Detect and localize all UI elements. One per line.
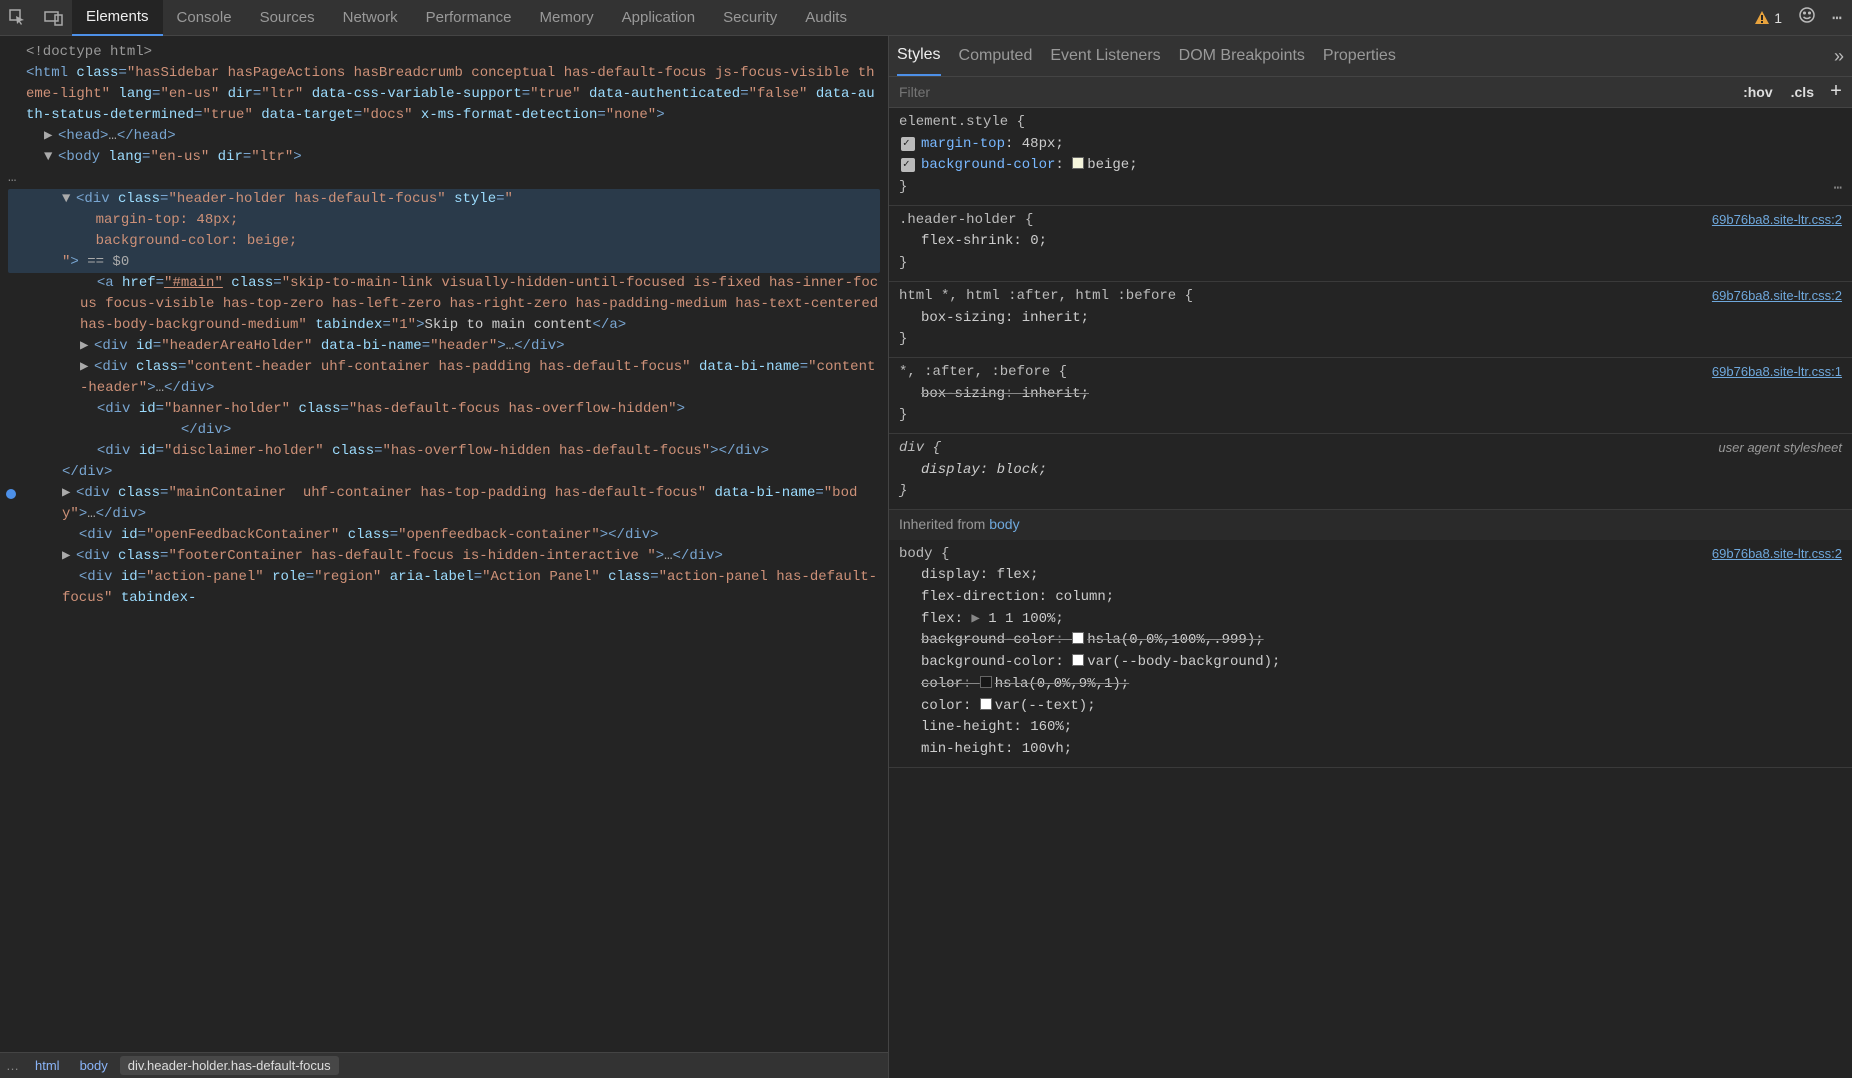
source-link[interactable]: 69b76ba8.site-ltr.css:2: [1712, 286, 1842, 306]
tab-styles[interactable]: Styles: [897, 36, 941, 76]
tab-sources[interactable]: Sources: [246, 0, 329, 36]
source-link[interactable]: 69b76ba8.site-ltr.css:2: [1712, 210, 1842, 230]
rule-html-star[interactable]: 69b76ba8.site-ltr.css:2 html *, html :af…: [889, 282, 1852, 358]
inspect-icon[interactable]: [0, 0, 36, 36]
sidebar-tabs: Styles Computed Event Listeners DOM Brea…: [889, 36, 1852, 76]
tab-performance[interactable]: Performance: [412, 0, 526, 36]
prop-margin-top[interactable]: margin-top: 48px;: [899, 134, 1842, 156]
prop-checkbox[interactable]: [901, 137, 915, 151]
source-ua: user agent stylesheet: [1718, 438, 1842, 458]
color-swatch[interactable]: [1072, 654, 1084, 666]
warning-count: 1: [1774, 10, 1782, 26]
warning-badge[interactable]: 1: [1754, 10, 1792, 26]
feedback-container-element[interactable]: <div id="openFeedbackContainer" class="o…: [8, 525, 880, 546]
elements-panel: <!doctype html> <html class="hasSidebar …: [0, 36, 889, 1078]
rule-header-holder[interactable]: 69b76ba8.site-ltr.css:2 .header-holder {…: [889, 206, 1852, 282]
div-close[interactable]: </div>: [8, 462, 880, 483]
tab-dom-breakpoints[interactable]: DOM Breakpoints: [1179, 36, 1305, 76]
prop-checkbox[interactable]: [901, 158, 915, 172]
doctype-node: <!doctype html>: [26, 44, 152, 60]
styles-list[interactable]: element.style { margin-top: 48px; backgr…: [889, 108, 1852, 1078]
source-link[interactable]: 69b76ba8.site-ltr.css:1: [1712, 362, 1842, 382]
breadcrumb-ellipsis[interactable]: …: [6, 1058, 23, 1073]
breadcrumb-body[interactable]: body: [72, 1056, 116, 1075]
inherited-from-link[interactable]: body: [989, 516, 1019, 532]
breadcrumb: … html body div.header-holder.has-defaul…: [0, 1052, 888, 1078]
header-area-element[interactable]: ▶<div id="headerAreaHolder" data-bi-name…: [8, 336, 880, 357]
filter-bar: :hov .cls +: [889, 76, 1852, 108]
disclaimer-element[interactable]: <div id="disclaimer-holder" class="has-o…: [8, 441, 880, 462]
selected-element[interactable]: ▼<div class="header-holder has-default-f…: [8, 189, 880, 273]
main-toolbar: Elements Console Sources Network Perform…: [0, 0, 1852, 36]
ellipsis-node: …: [8, 168, 880, 189]
feedback-icon[interactable]: [1792, 6, 1822, 29]
filter-input[interactable]: [899, 84, 1731, 100]
source-link[interactable]: 69b76ba8.site-ltr.css:2: [1712, 544, 1842, 564]
main-container-element[interactable]: ▶<div class="mainContainer uhf-container…: [8, 483, 880, 525]
banner-holder-element[interactable]: <div id="banner-holder" class="has-defau…: [8, 399, 880, 441]
prop-background-color[interactable]: background-color: beige;: [899, 155, 1842, 177]
tab-application[interactable]: Application: [608, 0, 709, 36]
cls-toggle[interactable]: .cls: [1785, 82, 1820, 102]
rule-body[interactable]: 69b76ba8.site-ltr.css:2 body { display: …: [889, 540, 1852, 768]
head-element[interactable]: ▶<head>…</head>: [8, 126, 880, 147]
html-element[interactable]: <html class="hasSidebar hasPageActions h…: [8, 63, 880, 126]
styles-panel: Styles Computed Event Listeners DOM Brea…: [889, 36, 1852, 1078]
inherited-header: Inherited from body: [889, 510, 1852, 540]
selector: element.style {: [899, 114, 1025, 130]
rule-star[interactable]: 69b76ba8.site-ltr.css:1 *, :after, :befo…: [889, 358, 1852, 434]
a-element[interactable]: <a href="#main" class="skip-to-main-link…: [8, 273, 880, 336]
tab-memory[interactable]: Memory: [526, 0, 608, 36]
tab-network[interactable]: Network: [329, 0, 412, 36]
content-header-element[interactable]: ▶<div class="content-header uhf-containe…: [8, 357, 880, 399]
footer-element[interactable]: ▶<div class="footerContainer has-default…: [8, 546, 880, 567]
new-rule-icon[interactable]: +: [1820, 81, 1842, 104]
tab-properties[interactable]: Properties: [1323, 36, 1396, 76]
more-tabs-icon[interactable]: »: [1834, 46, 1844, 67]
rule-div-ua[interactable]: user agent stylesheet div { display: blo…: [889, 434, 1852, 510]
breakpoint-marker[interactable]: [6, 489, 16, 499]
tab-elements[interactable]: Elements: [72, 0, 163, 36]
dom-tree[interactable]: <!doctype html> <html class="hasSidebar …: [0, 36, 888, 1052]
tab-listeners[interactable]: Event Listeners: [1050, 36, 1160, 76]
more-menu-icon[interactable]: ⋯: [1822, 8, 1852, 28]
action-panel-element[interactable]: <div id="action-panel" role="region" ari…: [8, 567, 880, 609]
device-toggle-icon[interactable]: [36, 0, 72, 36]
tab-audits[interactable]: Audits: [791, 0, 861, 36]
hov-toggle[interactable]: :hov: [1737, 82, 1779, 102]
color-swatch[interactable]: [1072, 157, 1084, 169]
breadcrumb-current[interactable]: div.header-holder.has-default-focus: [120, 1056, 339, 1075]
rule-more-icon[interactable]: ⋯: [1834, 179, 1842, 201]
color-swatch[interactable]: [980, 676, 992, 688]
tab-console[interactable]: Console: [163, 0, 246, 36]
body-element[interactable]: ▼<body lang="en-us" dir="ltr">: [8, 147, 880, 168]
tab-security[interactable]: Security: [709, 0, 791, 36]
color-swatch[interactable]: [980, 698, 992, 710]
breadcrumb-html[interactable]: html: [27, 1056, 68, 1075]
color-swatch[interactable]: [1072, 632, 1084, 644]
tab-computed[interactable]: Computed: [959, 36, 1033, 76]
rule-element-style[interactable]: element.style { margin-top: 48px; backgr…: [889, 108, 1852, 206]
